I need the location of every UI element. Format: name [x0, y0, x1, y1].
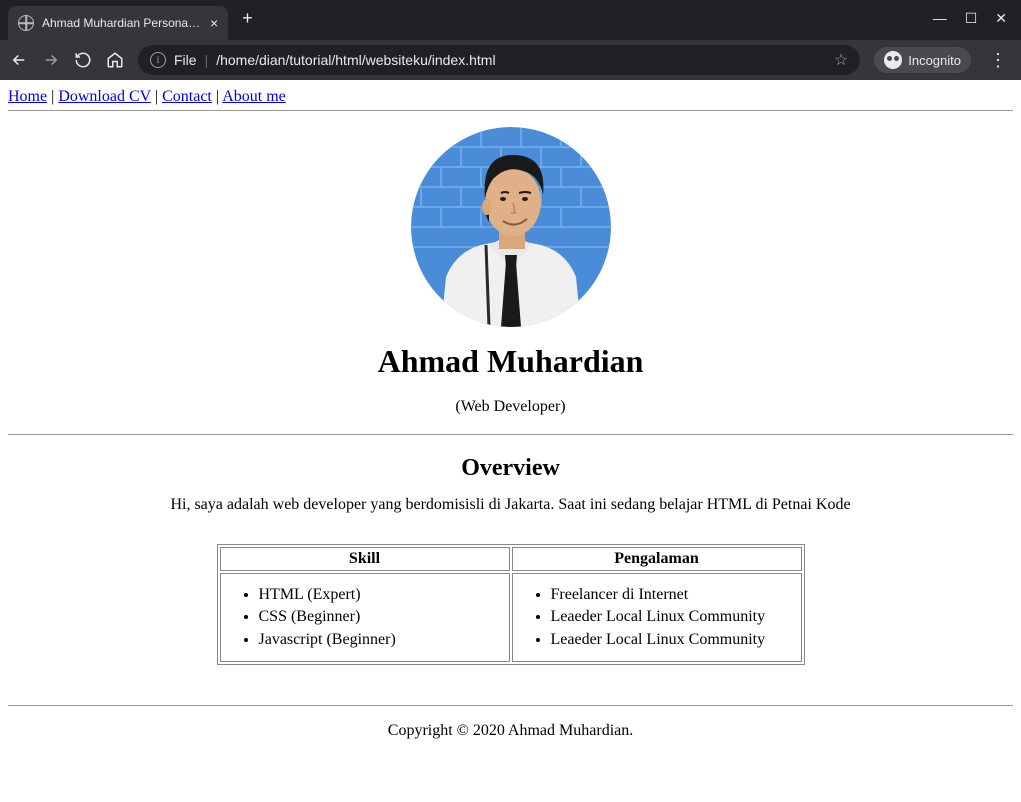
- new-tab-button[interactable]: +: [228, 8, 267, 29]
- list-item: Leaeder Local Linux Community: [551, 606, 791, 628]
- home-button[interactable]: [106, 51, 124, 69]
- skills-table: Skill Pengalaman HTML (Expert) CSS (Begi…: [217, 544, 805, 665]
- bookmark-star-icon[interactable]: ☆: [834, 50, 848, 70]
- nav-link-download-cv[interactable]: Download CV: [58, 88, 151, 105]
- avatar-image: [411, 127, 611, 327]
- incognito-label: Incognito: [908, 53, 961, 68]
- list-item: Javascript (Beginner): [259, 629, 499, 651]
- profile-header: Ahmad Muhardian (Web Developer): [8, 127, 1013, 416]
- browser-tab[interactable]: Ahmad Muhardian Personal W ×: [8, 6, 228, 40]
- close-window-icon[interactable]: ✕: [995, 10, 1007, 27]
- th-pengalaman: Pengalaman: [512, 547, 802, 571]
- divider: [8, 434, 1013, 435]
- close-tab-icon[interactable]: ×: [210, 16, 218, 30]
- nav-link-about-me[interactable]: About me: [222, 88, 286, 105]
- incognito-badge[interactable]: Incognito: [874, 47, 971, 73]
- profile-name: Ahmad Muhardian: [8, 343, 1013, 380]
- nav-link-contact[interactable]: Contact: [162, 88, 212, 105]
- back-button[interactable]: [10, 51, 28, 69]
- incognito-icon: [884, 51, 902, 69]
- tab-title: Ahmad Muhardian Personal W: [42, 16, 202, 30]
- browser-titlebar: Ahmad Muhardian Personal W × + — ☐ ✕: [0, 0, 1021, 40]
- avatar: [411, 127, 611, 327]
- cell-skills: HTML (Expert) CSS (Beginner) Javascript …: [220, 573, 510, 662]
- nav-link-home[interactable]: Home: [8, 88, 47, 105]
- divider: [8, 705, 1013, 706]
- url-bar[interactable]: i File | /home/dian/tutorial/html/websit…: [138, 45, 860, 75]
- list-item: Leaeder Local Linux Community: [551, 629, 791, 651]
- table-row: HTML (Expert) CSS (Beginner) Javascript …: [220, 573, 802, 662]
- maximize-icon[interactable]: ☐: [965, 10, 978, 27]
- th-skill: Skill: [220, 547, 510, 571]
- url-path: /home/dian/tutorial/html/websiteku/index…: [216, 52, 495, 68]
- url-scheme: File: [174, 52, 197, 68]
- profile-role: (Web Developer): [8, 398, 1013, 416]
- overview-text: Hi, saya adalah web developer yang berdo…: [8, 496, 1013, 514]
- globe-icon: [18, 15, 34, 31]
- url-separator: |: [205, 52, 209, 68]
- table-header-row: Skill Pengalaman: [220, 547, 802, 571]
- footer-text: Copyright © 2020 Ahmad Muhardian.: [8, 722, 1013, 740]
- menu-button[interactable]: ⋮: [985, 50, 1011, 71]
- cell-experience: Freelancer di Internet Leaeder Local Lin…: [512, 573, 802, 662]
- list-item: Freelancer di Internet: [551, 584, 791, 606]
- list-item: HTML (Expert): [259, 584, 499, 606]
- page-content: Home | Download CV | Contact | About me: [0, 80, 1021, 764]
- browser-toolbar: i File | /home/dian/tutorial/html/websit…: [0, 40, 1021, 80]
- forward-button[interactable]: [42, 51, 60, 69]
- divider: [8, 110, 1013, 111]
- info-icon[interactable]: i: [150, 52, 166, 68]
- nav-bar: Home | Download CV | Contact | About me: [8, 88, 1013, 106]
- window-controls: — ☐ ✕: [933, 10, 1021, 27]
- minimize-icon[interactable]: —: [933, 10, 947, 27]
- page-viewport: Home | Download CV | Contact | About me: [0, 80, 1021, 802]
- overview-heading: Overview: [8, 455, 1013, 482]
- reload-button[interactable]: [74, 51, 92, 69]
- list-item: CSS (Beginner): [259, 606, 499, 628]
